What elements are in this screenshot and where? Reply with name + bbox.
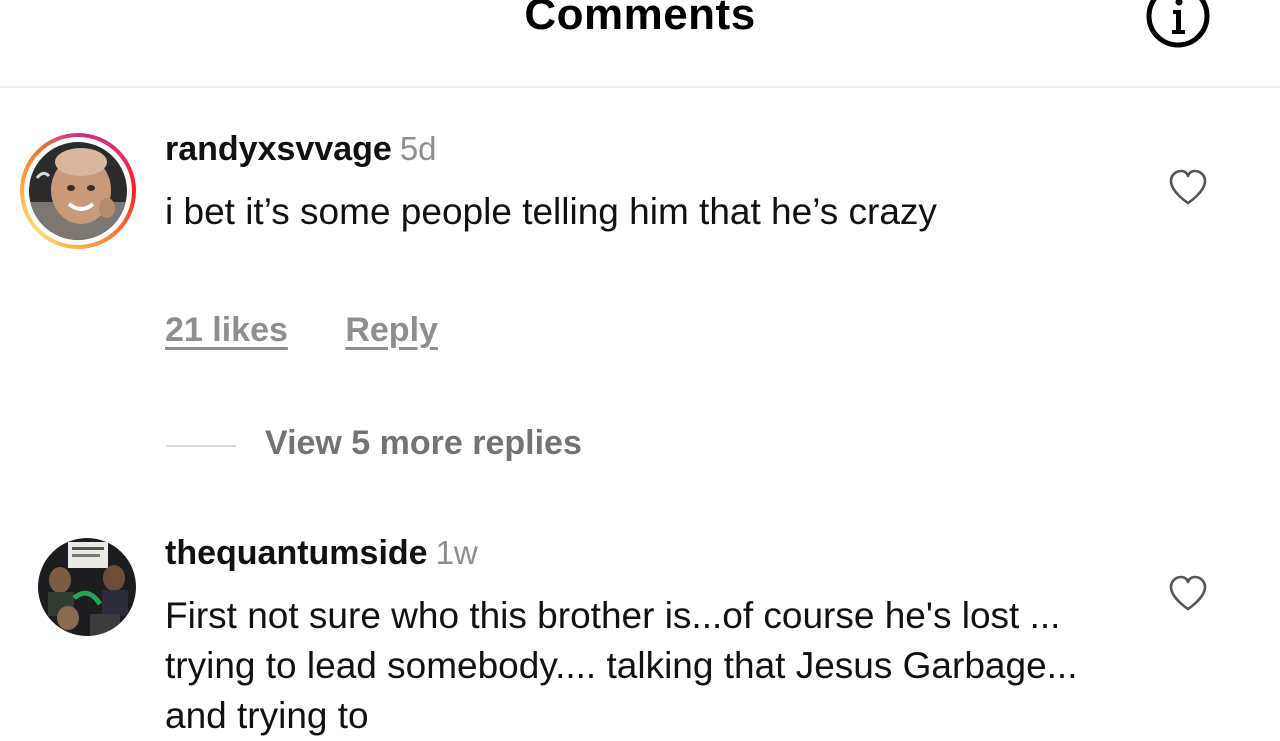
info-button[interactable] (1146, 0, 1210, 48)
avatar[interactable] (29, 142, 127, 240)
comment-time: 1w (435, 534, 478, 571)
info-circle-icon (1146, 0, 1210, 48)
avatar-image (38, 538, 136, 636)
view-replies-label: View 5 more replies (265, 424, 582, 462)
avatar[interactable] (38, 538, 136, 636)
like-button[interactable] (1168, 574, 1208, 614)
comments-header: Comments (0, 0, 1280, 88)
heart-outline-icon (1169, 169, 1207, 205)
heart-outline-icon (1169, 575, 1207, 611)
comment-time: 5d (399, 130, 437, 167)
comment-text: First not sure who this brother is...of … (165, 595, 1078, 736)
comment-actions: 21 likes Reply (165, 311, 438, 350)
likes-count-link[interactable]: 21 likes (165, 311, 288, 349)
username-link[interactable]: randyxsvvage (165, 130, 392, 168)
page-title: Comments (524, 0, 756, 39)
comment-header: randyxsvvage 5d (165, 130, 437, 169)
reply-button[interactable]: Reply (345, 311, 438, 349)
like-button[interactable] (1168, 168, 1208, 208)
comment-text: i bet it’s some people telling him that … (165, 191, 937, 232)
avatar-image (29, 142, 127, 240)
replies-divider-line (166, 445, 236, 447)
username-link[interactable]: thequantumside (165, 534, 428, 572)
comment-header: thequantumside 1w (165, 534, 478, 573)
